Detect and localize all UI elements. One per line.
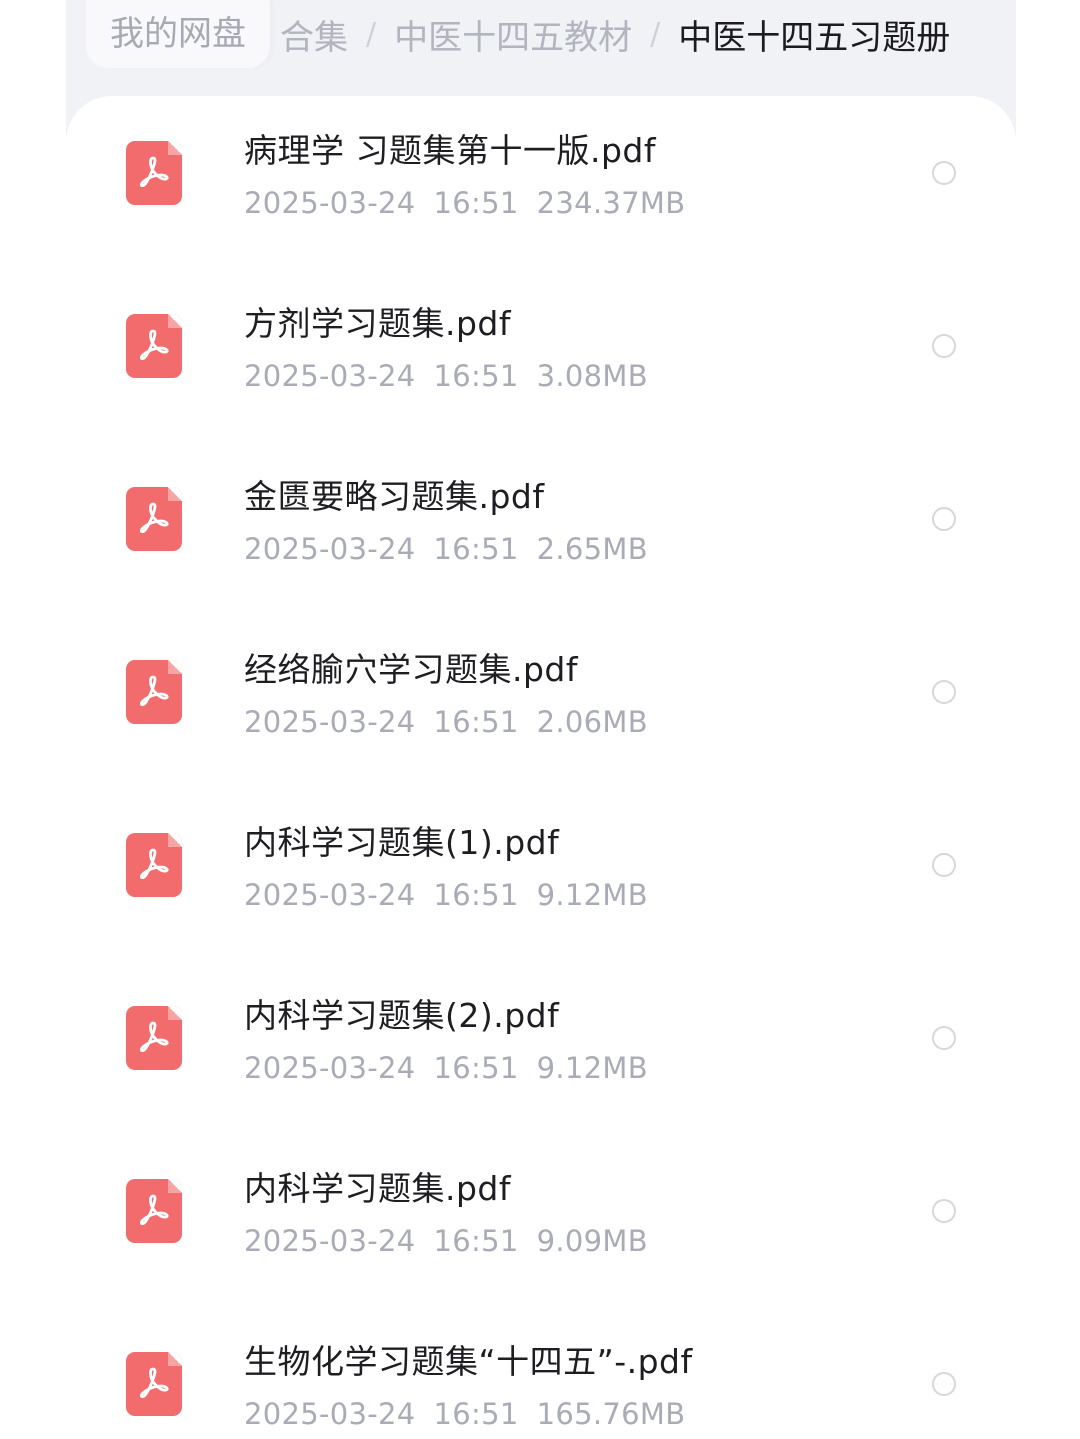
- file-name: 方剂学习题集.pdf: [244, 304, 512, 343]
- select-radio[interactable]: [932, 680, 956, 704]
- file-name: 生物化学习题集“十四五”-.pdf: [244, 1342, 693, 1381]
- file-date: 2025-03-24: [244, 1397, 416, 1431]
- file-date: 2025-03-24: [244, 878, 416, 912]
- file-row[interactable]: 方剂学习题集.pdf 2025-03-24 16:51 3.08MB: [66, 269, 1016, 442]
- file-row[interactable]: 内科学习题集(2).pdf 2025-03-24 16:51 9.12MB: [66, 961, 1016, 1134]
- file-date: 2025-03-24: [244, 186, 416, 220]
- file-meta: 2025-03-24 16:51 9.09MB: [244, 1224, 666, 1258]
- file-name: 内科学习题集.pdf: [244, 1169, 512, 1208]
- file-row[interactable]: 病理学 习题集第十一版.pdf 2025-03-24 16:51 234.37MB: [66, 96, 1016, 269]
- select-radio[interactable]: [932, 161, 956, 185]
- file-name: 经络腧穴学习题集.pdf: [244, 650, 579, 689]
- file-name: 内科学习题集(2).pdf: [244, 996, 560, 1035]
- file-time: 16:51: [433, 359, 519, 393]
- pdf-icon: [126, 141, 182, 205]
- select-radio[interactable]: [932, 853, 956, 877]
- file-size: 9.12MB: [536, 878, 648, 912]
- pdf-icon: [126, 487, 182, 551]
- file-meta: 2025-03-24 16:51 2.65MB: [244, 532, 666, 566]
- file-name: 内科学习题集(1).pdf: [244, 823, 560, 862]
- breadcrumb-item-parent[interactable]: 中医十四五教材: [390, 10, 636, 59]
- file-date: 2025-03-24: [244, 1224, 416, 1258]
- file-name: 病理学 习题集第十一版.pdf: [244, 131, 656, 170]
- file-size: 165.76MB: [536, 1397, 686, 1431]
- file-size: 2.06MB: [536, 705, 648, 739]
- file-row[interactable]: 内科学习题集.pdf 2025-03-24 16:51 9.09MB: [66, 1134, 1016, 1307]
- file-row[interactable]: 内科学习题集(1).pdf 2025-03-24 16:51 9.12MB: [66, 788, 1016, 961]
- file-date: 2025-03-24: [244, 532, 416, 566]
- pdf-icon: [126, 660, 182, 724]
- file-size: 2.65MB: [536, 532, 648, 566]
- file-date: 2025-03-24: [244, 1051, 416, 1085]
- file-meta: 2025-03-24 16:51 9.12MB: [244, 878, 666, 912]
- file-date: 2025-03-24: [244, 359, 416, 393]
- breadcrumb: 我的网盘 合集 / 中医十四五教材 / 中医十四五习题册: [86, 0, 986, 68]
- select-radio[interactable]: [932, 507, 956, 531]
- select-radio[interactable]: [932, 1026, 956, 1050]
- file-time: 16:51: [433, 1224, 519, 1258]
- pdf-icon: [126, 314, 182, 378]
- file-browser-screen: 我的网盘 合集 / 中医十四五教材 / 中医十四五习题册 病理学 习题集第十一版…: [0, 0, 1080, 1439]
- pdf-icon: [126, 1179, 182, 1243]
- file-row[interactable]: 经络腧穴学习题集.pdf 2025-03-24 16:51 2.06MB: [66, 615, 1016, 788]
- file-size: 9.12MB: [536, 1051, 648, 1085]
- select-radio[interactable]: [932, 1199, 956, 1223]
- file-meta: 2025-03-24 16:51 2.06MB: [244, 705, 666, 739]
- file-row[interactable]: 生物化学习题集“十四五”-.pdf 2025-03-24 16:51 165.76M…: [66, 1307, 1016, 1439]
- file-name: 金匮要略习题集.pdf: [244, 477, 545, 516]
- file-time: 16:51: [433, 1051, 519, 1085]
- select-radio[interactable]: [932, 334, 956, 358]
- pdf-icon: [126, 1006, 182, 1070]
- file-meta: 2025-03-24 16:51 9.12MB: [244, 1051, 666, 1085]
- file-list: 病理学 习题集第十一版.pdf 2025-03-24 16:51 234.37MB …: [66, 96, 1016, 1439]
- file-time: 16:51: [433, 705, 519, 739]
- breadcrumb-root[interactable]: 我的网盘: [86, 0, 270, 68]
- file-size: 9.09MB: [536, 1224, 648, 1258]
- file-time: 16:51: [433, 878, 519, 912]
- file-meta: 2025-03-24 16:51 165.76MB: [244, 1397, 703, 1431]
- file-meta: 2025-03-24 16:51 3.08MB: [244, 359, 666, 393]
- pdf-icon: [126, 833, 182, 897]
- file-time: 16:51: [433, 532, 519, 566]
- file-time: 16:51: [433, 1397, 519, 1431]
- breadcrumb-current: 中医十四五习题册: [678, 17, 951, 58]
- file-size: 234.37MB: [536, 186, 686, 220]
- file-date: 2025-03-24: [244, 705, 416, 739]
- select-radio[interactable]: [932, 1372, 956, 1396]
- file-row[interactable]: 金匮要略习题集.pdf 2025-03-24 16:51 2.65MB: [66, 442, 1016, 615]
- breadcrumb-separator: /: [650, 16, 661, 52]
- breadcrumb-separator: /: [366, 16, 377, 52]
- file-meta: 2025-03-24 16:51 234.37MB: [244, 186, 703, 220]
- pdf-icon: [126, 1352, 182, 1416]
- file-size: 3.08MB: [536, 359, 648, 393]
- file-time: 16:51: [433, 186, 519, 220]
- breadcrumb-item-collection[interactable]: 合集: [276, 10, 352, 59]
